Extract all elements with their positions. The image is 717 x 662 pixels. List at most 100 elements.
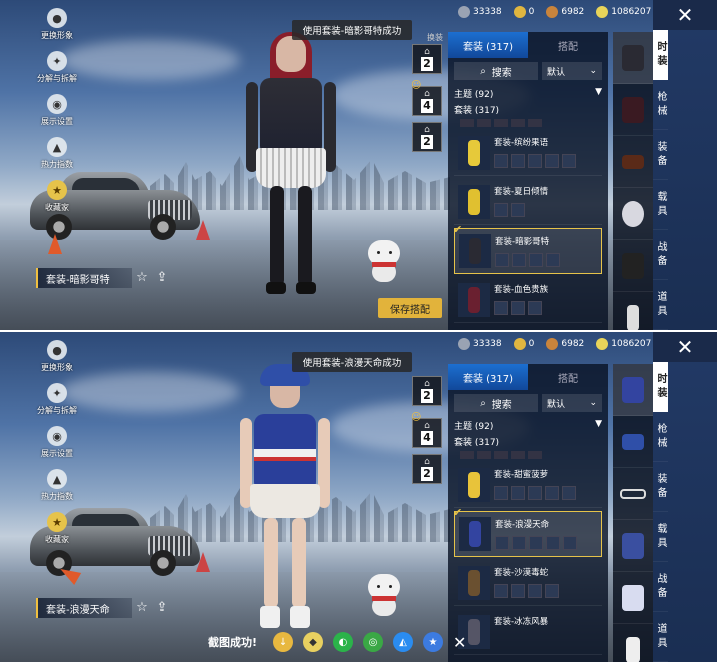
share-button[interactable]: ✦ 分解与拆解 xyxy=(34,383,80,416)
category-equipment[interactable]: 装备 xyxy=(653,130,668,180)
slot-pants[interactable] xyxy=(613,292,653,330)
gold-coin-icon xyxy=(513,6,526,18)
qq-icon[interactable]: ◭ xyxy=(393,632,414,652)
display-settings-button[interactable]: ◉ 展示设置 xyxy=(34,426,80,459)
check-icon: ✔ xyxy=(453,223,463,236)
list-item-selected[interactable]: ✔ 套装-浪漫天命 xyxy=(453,506,602,557)
display-settings-button[interactable]: ◉ 展示设置 xyxy=(34,94,80,127)
slot-mask[interactable] xyxy=(613,188,653,240)
wechat-icon[interactable]: ◐ xyxy=(333,632,354,652)
check-icon: ✔ xyxy=(453,506,463,519)
outfit-thumbnail xyxy=(459,517,491,551)
list-item-selected[interactable]: ✔ 套装-暗影哥特 xyxy=(453,223,602,274)
category-fashion[interactable]: 时装 xyxy=(653,362,668,412)
share-out-icon[interactable]: ⇪ xyxy=(154,600,170,616)
search-input[interactable]: ⌕ 搜索 xyxy=(454,62,538,80)
slot-top[interactable] xyxy=(613,572,653,624)
outfit-slot-2[interactable]: ☺ ⌂ 4 xyxy=(411,412,442,448)
tab-suits[interactable]: 套装 (317) xyxy=(448,364,528,390)
list-item[interactable]: 套装-缤纷果语 xyxy=(454,130,602,176)
slot-glasses[interactable] xyxy=(613,468,653,520)
share-icon: ✦ xyxy=(47,383,67,403)
category-guns[interactable]: 枪械 xyxy=(653,80,668,130)
resource-bar: 33338 0 6982 1086207 xyxy=(458,338,651,350)
change-avatar-button[interactable]: ● 更换形象 xyxy=(34,340,80,373)
silver-coin-icon xyxy=(458,6,470,18)
bronze-coin-icon xyxy=(546,6,559,18)
collection-icon: ★ xyxy=(47,512,67,532)
close-icon[interactable]: ✕ xyxy=(653,332,717,362)
outfit-slot-3[interactable]: ⌂ 2 xyxy=(412,122,442,152)
qzone-icon[interactable]: ★ xyxy=(423,632,444,652)
save-outfit-button[interactable]: 保存搭配 xyxy=(378,298,442,318)
category-combat[interactable]: 战备 xyxy=(653,230,668,280)
avatar-icon: ● xyxy=(47,8,67,28)
pet-companion[interactable] xyxy=(364,574,404,618)
character-model[interactable] xyxy=(230,364,340,634)
category-vehicles[interactable]: 载具 xyxy=(653,180,668,230)
avatar-icon: ● xyxy=(47,340,67,360)
glasses-icon xyxy=(620,488,646,499)
star-icon[interactable]: ☆ xyxy=(134,600,150,616)
silver-coin-icon xyxy=(458,338,470,350)
category-fashion[interactable]: 时装 xyxy=(653,30,668,80)
slot-outfit[interactable] xyxy=(613,364,653,416)
list-item[interactable]: 套装-甜蜜菠萝 xyxy=(454,462,602,508)
slot-pants[interactable] xyxy=(613,624,653,662)
outfit-slot-3[interactable]: ⌂ 2 xyxy=(412,454,442,484)
sort-dropdown[interactable]: 默认 ⌄ xyxy=(542,62,602,80)
category-combat[interactable]: 战备 xyxy=(653,562,668,612)
collection-button[interactable]: ★ 收藏家 xyxy=(34,180,80,213)
theme-filter[interactable]: 主题 (92) ▼ xyxy=(448,84,608,103)
sort-dropdown[interactable]: 默认 ⌄ xyxy=(542,394,602,412)
category-equipment[interactable]: 装备 xyxy=(653,462,668,512)
list-item[interactable]: 套装-沙漠毒蛇 xyxy=(454,560,602,606)
slot-hat[interactable] xyxy=(613,136,653,188)
category-guns[interactable]: 枪械 xyxy=(653,412,668,462)
category-props[interactable]: 道具 xyxy=(653,280,668,330)
outfit-slot-1[interactable]: ⌂ 2 xyxy=(412,376,442,406)
character-model[interactable] xyxy=(236,32,346,298)
close-icon[interactable]: ✕ xyxy=(653,0,717,30)
share-button[interactable]: ✦ 分解与拆解 xyxy=(34,51,80,84)
pants-icon xyxy=(627,304,639,330)
outfit-panel: 套装 (317) 搭配 ⌕ 搜索 默认 ⌄ 主题 (92) ▼ 套装 (317) 套装… xyxy=(448,364,608,662)
game-share-icon[interactable]: ◆ xyxy=(303,632,324,652)
list-item-partial xyxy=(448,119,608,127)
tab-match[interactable]: 搭配 xyxy=(528,32,608,58)
resource-uc: 1086207 xyxy=(596,6,651,18)
outfit-thumbnail xyxy=(458,282,490,317)
outfit-thumbnail xyxy=(458,184,490,219)
list-item[interactable]: 套装-夏日倾情 xyxy=(454,179,602,225)
slot-top[interactable] xyxy=(613,84,653,136)
change-avatar-button[interactable]: ● 更换形象 xyxy=(34,8,80,41)
screenshot-share-bar: 截图成功! ↓ ◆ ◐ ◎ ◭ ★ ✕ xyxy=(208,628,508,656)
download-icon[interactable]: ↓ xyxy=(273,632,294,652)
moments-icon[interactable]: ◎ xyxy=(363,632,384,652)
slot-outfit[interactable] xyxy=(613,32,653,84)
search-input[interactable]: ⌕ 搜索 xyxy=(454,394,538,412)
heat-index-button[interactable]: ▲ 热力指数 xyxy=(34,469,80,502)
list-item[interactable]: 套装-血色贵族 xyxy=(454,277,602,323)
slot-body[interactable] xyxy=(613,240,653,292)
slot-hat[interactable] xyxy=(613,416,653,468)
outfit-slot-1[interactable]: ⌂ 2 xyxy=(412,44,442,74)
head xyxy=(276,36,306,72)
tab-suits[interactable]: 套装 (317) xyxy=(448,32,528,58)
collection-button[interactable]: ★ 收藏家 xyxy=(34,512,80,545)
coat-icon xyxy=(622,252,644,279)
pet-companion[interactable] xyxy=(364,240,404,284)
theme-filter[interactable]: 主题 (92) ▼ xyxy=(448,416,608,435)
hat-icon xyxy=(622,154,644,169)
slot-gloves[interactable] xyxy=(613,520,653,572)
outfit-slot-2[interactable]: ☺ ⌂ 4 xyxy=(411,80,442,116)
category-vehicles[interactable]: 载具 xyxy=(653,512,668,562)
star-icon[interactable]: ☆ xyxy=(134,270,150,286)
share-out-icon[interactable]: ⇪ xyxy=(154,270,170,286)
resource-silver: 33338 xyxy=(458,6,502,18)
category-props[interactable]: 道具 xyxy=(653,612,668,662)
tab-match[interactable]: 搭配 xyxy=(528,364,608,390)
heat-index-button[interactable]: ▲ 热力指数 xyxy=(34,137,80,170)
close-icon[interactable]: ✕ xyxy=(453,633,466,652)
outfit-panel: 套装 (317) 搭配 ⌕ 搜索 默认 ⌄ 主题 (92) ▼ 套装 (317) 套装… xyxy=(448,32,608,330)
